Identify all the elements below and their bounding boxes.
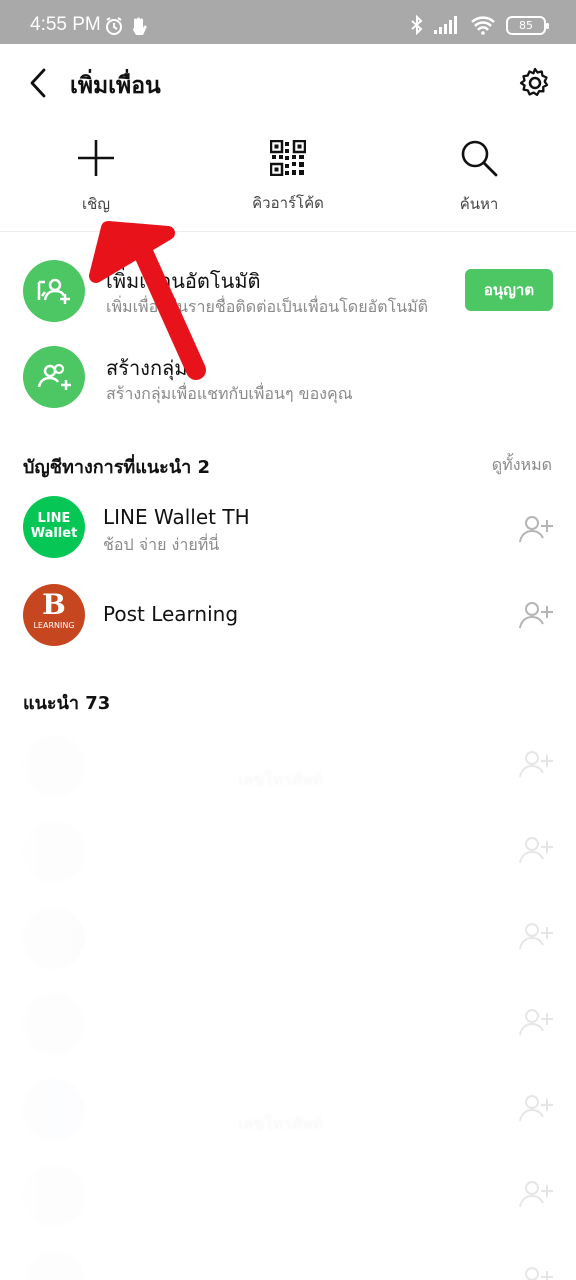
allow-button[interactable]: อนุญาต [465,269,553,311]
add-friend-icon[interactable] [518,1265,554,1280]
account-name: Post Learning [103,602,239,626]
post-learning-logo-caption: LEARNING [33,621,75,630]
plus-icon [78,140,114,176]
auto-add-friends-subtitle: เพิ่มเพื่อนในรายชื่อติดต่อเป็นเพื่อนโดยอ… [106,297,429,316]
status-left-icons [104,16,148,36]
line-wallet-logo: LINE Wallet [23,496,85,558]
wifi-icon [471,16,495,35]
create-group-icon [23,346,85,408]
qr-code-icon [270,140,306,176]
add-friend-icon[interactable] [518,921,554,951]
add-friend-icon[interactable] [518,1179,554,1209]
line-wallet-logo-line1: LINE [37,511,71,526]
suggested-heading: แนะนำ 73 [23,693,111,714]
friend-avatar [23,993,85,1055]
add-friend-icon[interactable] [518,514,554,544]
status-bar: 4:55 PM 85 [0,0,576,44]
suggested-friend-row[interactable]: เลขโทรศัพท์ [0,1079,576,1159]
create-group-row[interactable]: สร้างกลุ่ม สร้างกลุ่มเพื่อแชทกับเพื่อนๆ … [0,330,576,420]
settings-gear-icon[interactable] [518,66,552,100]
account-name: LINE Wallet TH [103,505,250,529]
add-friend-icon[interactable] [518,1093,554,1123]
create-group-title: สร้างกลุ่ม [106,356,188,380]
friend-avatar [23,1165,85,1227]
app-header: เพิ่มเพื่อน [0,44,576,120]
signal-icon [434,16,457,34]
official-accounts-heading: บัญชีทางการที่แนะนำ 2 [23,457,211,478]
page-title: เพิ่มเพื่อน [70,73,161,99]
see-all-link[interactable]: ดูทั้งหมด [492,453,552,478]
post-learning-logo: B LEARNING [23,584,85,646]
status-right-icons: 85 [410,15,549,35]
suggested-friend-row[interactable] [0,907,576,987]
qr-code-label: คิวอาร์โค้ด [252,194,324,212]
friend-description: เลขโทรศัพท์ [238,770,324,789]
invite-label: เชิญ [81,195,111,213]
friend-avatar [23,1251,85,1280]
bluetooth-icon [411,15,423,35]
search-label: ค้นหา [459,195,499,213]
official-account-row[interactable]: B LEARNING Post Learning [0,576,576,654]
search-button[interactable]: ค้นหา [409,124,549,224]
alarm-icon [106,17,122,35]
post-learning-logo-letter: B [42,588,66,621]
add-friend-icon[interactable] [518,1007,554,1037]
invite-button[interactable]: เชิญ [26,124,166,224]
add-friend-icon[interactable] [518,600,554,630]
search-icon [461,140,498,177]
friend-avatar [23,735,85,797]
official-account-row[interactable]: LINE Wallet LINE Wallet TH ช้อป จ่าย ง่า… [0,490,576,568]
friend-avatar [23,821,85,883]
suggested-friend-row[interactable] [0,993,576,1073]
battery-indicator: 85 [506,15,549,35]
suggested-friend-row[interactable] [0,1165,576,1245]
account-description: ช้อป จ่าย ง่ายที่นี่ [103,535,220,554]
add-friend-icon[interactable] [518,835,554,865]
status-time: 4:55 PM [30,14,101,35]
friend-avatar [23,1079,85,1141]
friend-avatar [23,907,85,969]
friend-description: เลขโทรศัพท์ [238,1114,324,1133]
back-arrow-icon[interactable] [26,66,52,100]
suggested-friend-row[interactable] [0,821,576,901]
add-friend-icon[interactable] [518,749,554,779]
qr-code-button[interactable]: คิวอาร์โค้ด [218,124,358,224]
add-friend-tools: เชิญ คิวอาร์โค้ด ค้นหา [0,124,576,232]
suggested-friend-row[interactable]: เลขโทรศัพท์ [0,735,576,815]
line-wallet-logo-line2: Wallet [30,526,78,541]
create-group-subtitle: สร้างกลุ่มเพื่อแชทกับเพื่อนๆ ของคุณ [106,384,353,403]
auto-add-friends-title: เพิ่มเพื่อนอัตโนมัติ [106,269,261,293]
hand-icon [133,17,147,35]
suggested-friend-row[interactable] [0,1251,576,1280]
auto-add-friends-icon [23,260,85,322]
